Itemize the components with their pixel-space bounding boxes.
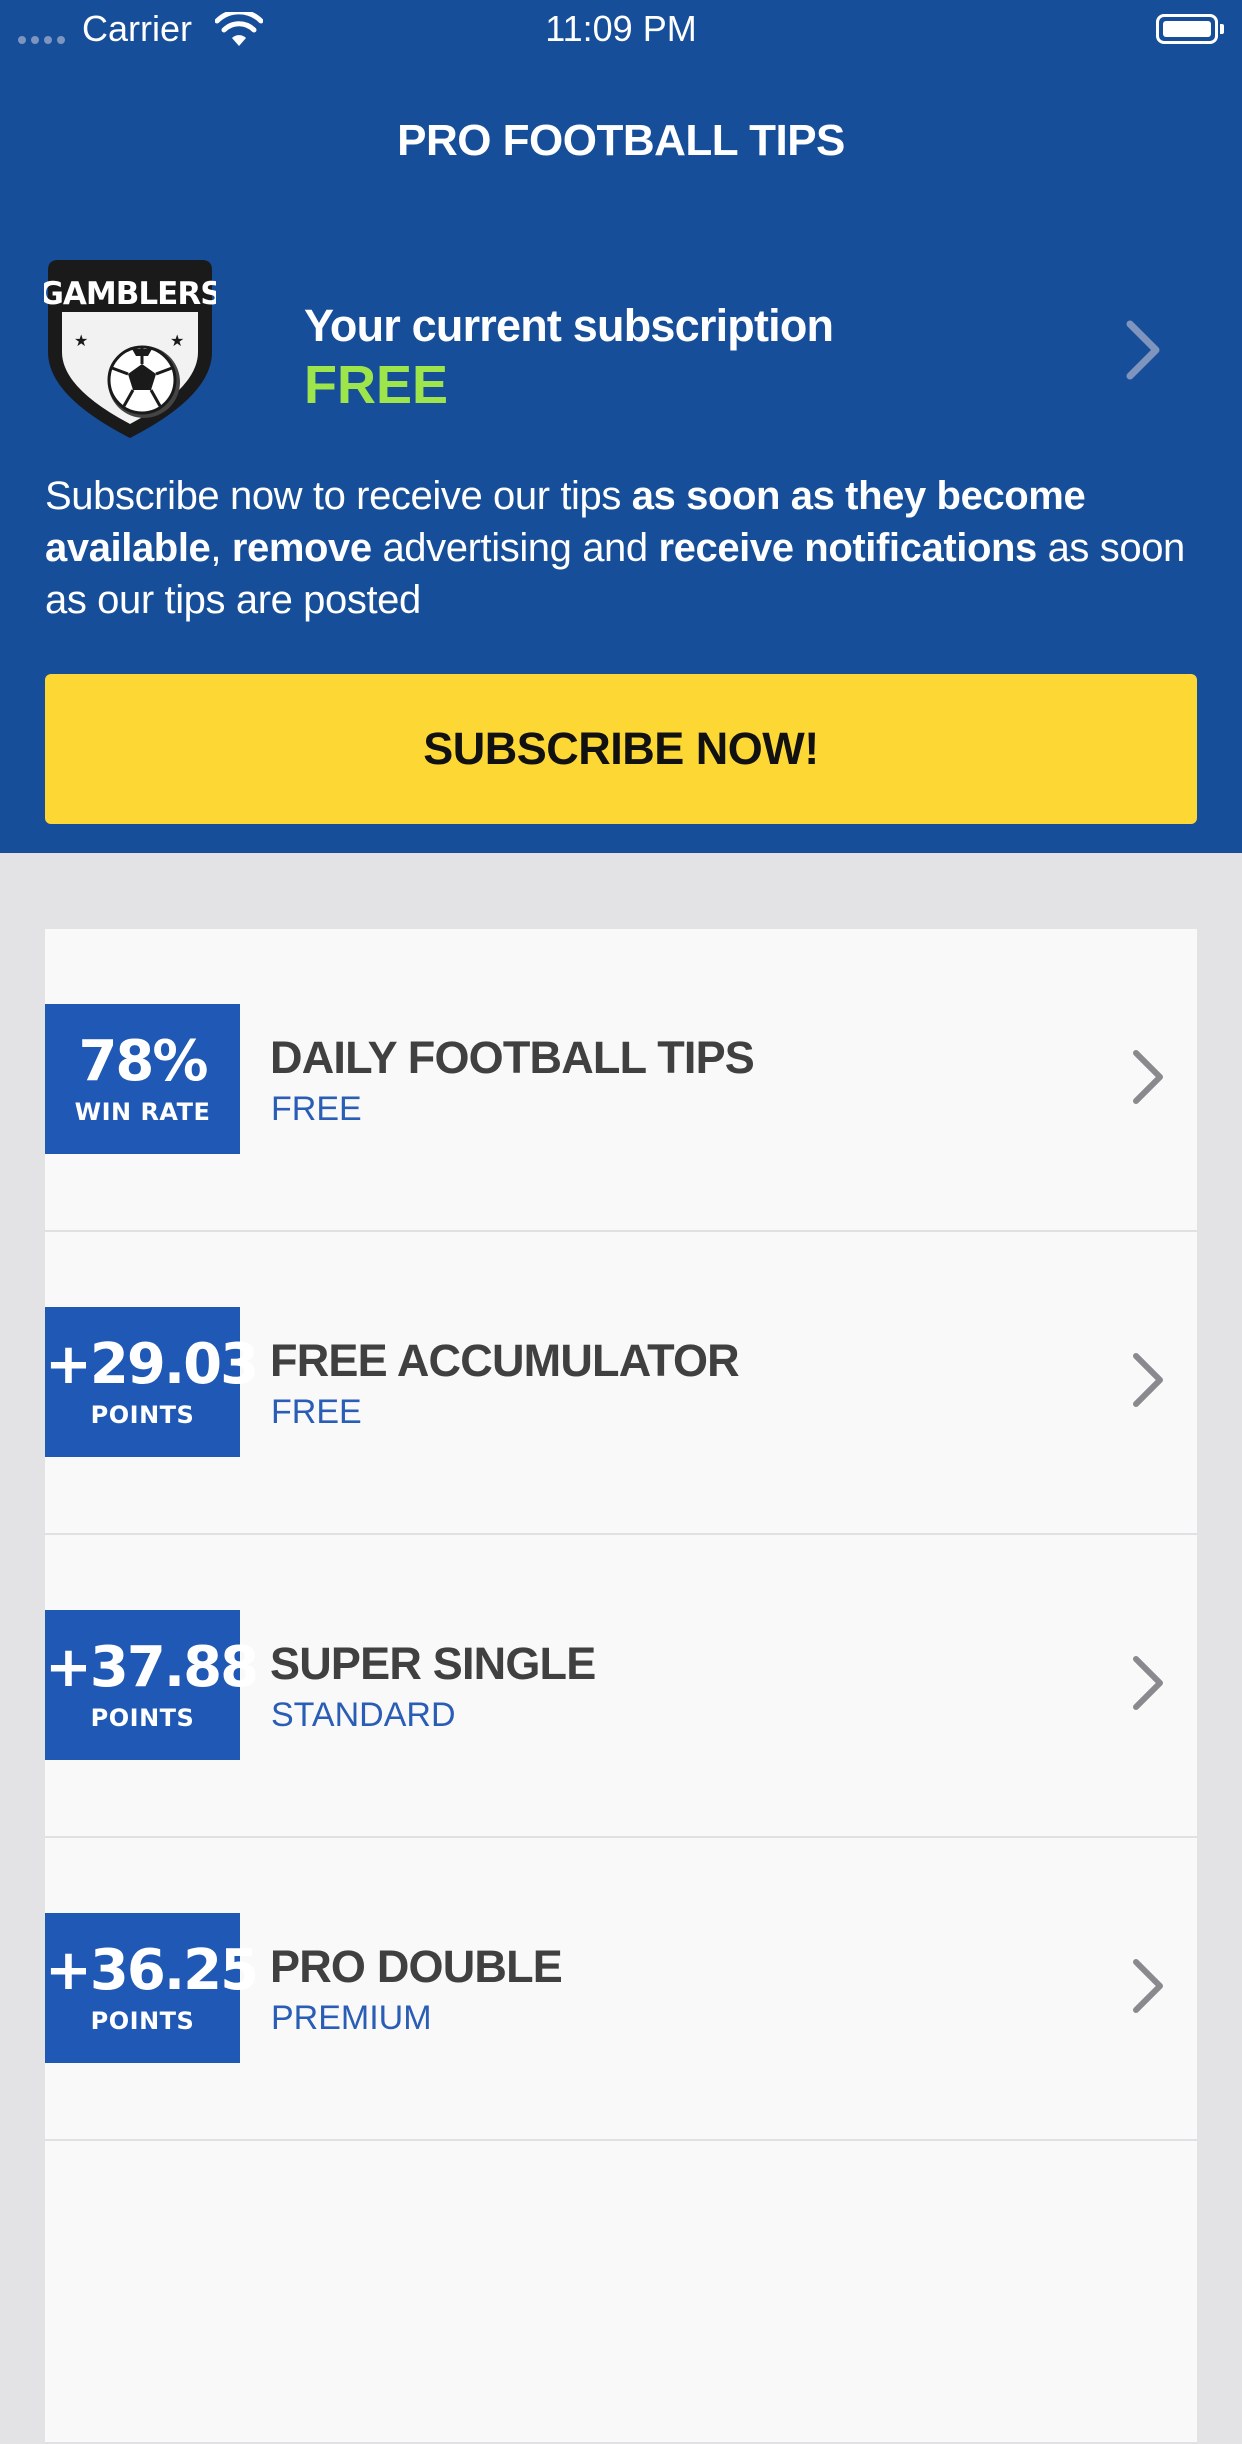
tip-title: DAILY FOOTBALL TIPS [270, 1032, 755, 1083]
tip-tier: PREMIUM [271, 1999, 432, 2037]
subscription-label: Your current subscription [304, 300, 834, 351]
subscribe-button[interactable]: SUBSCRIBE NOW! [45, 674, 1197, 824]
stat-badge: 78% WIN RATE [45, 1004, 240, 1154]
svg-text:★: ★ [74, 331, 88, 350]
badge-label: POINTS [90, 1401, 195, 1429]
badge-label: POINTS [90, 2007, 195, 2035]
list-item[interactable]: +29.03 POINTS FREE ACCUMULATOR FREE [45, 1232, 1197, 1535]
chevron-right-icon [1133, 1959, 1163, 2013]
subscription-status[interactable]: Your current subscription FREE [304, 300, 834, 416]
tip-tier: STANDARD [271, 1696, 456, 1734]
list-item[interactable]: +36.25 POINTS PRO DOUBLE PREMIUM [45, 1838, 1197, 2141]
badge-label: POINTS [90, 1704, 195, 1732]
subscription-header: Carrier 11:09 PM PRO FOOTBALL TIPS GAMBL… [0, 0, 1242, 853]
list-item[interactable]: +37.88 POINTS SUPER SINGLE STANDARD [45, 1535, 1197, 1838]
logo-text: GAMBLERS [44, 276, 216, 312]
gamblers-logo: GAMBLERS ★ ★ [44, 260, 216, 438]
status-bar: Carrier 11:09 PM [0, 0, 1242, 60]
tips-list: 78% WIN RATE DAILY FOOTBALL TIPS FREE +2… [45, 929, 1197, 2444]
promo-text-bold: receive notifications [658, 526, 1037, 570]
promo-text-bold: remove [231, 526, 372, 570]
promo-text: Subscribe now to receive our tips as soo… [45, 470, 1205, 626]
tip-tier: FREE [271, 1090, 362, 1128]
badge-value: 78% [78, 1029, 208, 1094]
battery-cap [1220, 24, 1224, 34]
list-item[interactable]: 78% WIN RATE DAILY FOOTBALL TIPS FREE [45, 929, 1197, 1232]
tip-title: SUPER SINGLE [270, 1638, 596, 1689]
badge-value: +36.25 [45, 1938, 259, 2003]
promo-text-part: advertising and [371, 526, 659, 570]
badge-value: +37.88 [45, 1635, 259, 1700]
status-time: 11:09 PM [545, 8, 697, 49]
battery-icon [1156, 14, 1218, 44]
svg-text:★: ★ [170, 331, 184, 350]
page-title: PRO FOOTBALL TIPS [397, 116, 845, 165]
chevron-right-icon [1133, 1050, 1163, 1104]
promo-text-part: Subscribe now to receive our tips [45, 474, 632, 518]
stat-badge: +37.88 POINTS [45, 1610, 259, 1760]
tip-title: PRO DOUBLE [270, 1941, 563, 1992]
chevron-right-icon [1133, 1353, 1163, 1407]
list-item[interactable] [45, 2141, 1197, 2444]
tip-title: FREE ACCUMULATOR [270, 1335, 740, 1386]
badge-value: +29.03 [45, 1332, 259, 1397]
stat-badge: +29.03 POINTS [45, 1307, 259, 1457]
promo-text-part: , [210, 526, 232, 570]
chevron-right-icon[interactable] [1124, 318, 1164, 382]
stat-badge: +36.25 POINTS [45, 1913, 259, 2063]
badge-label: WIN RATE [74, 1098, 211, 1126]
chevron-right-icon [1133, 1656, 1163, 1710]
tip-tier: FREE [271, 1393, 362, 1431]
subscription-value: FREE [304, 355, 449, 415]
